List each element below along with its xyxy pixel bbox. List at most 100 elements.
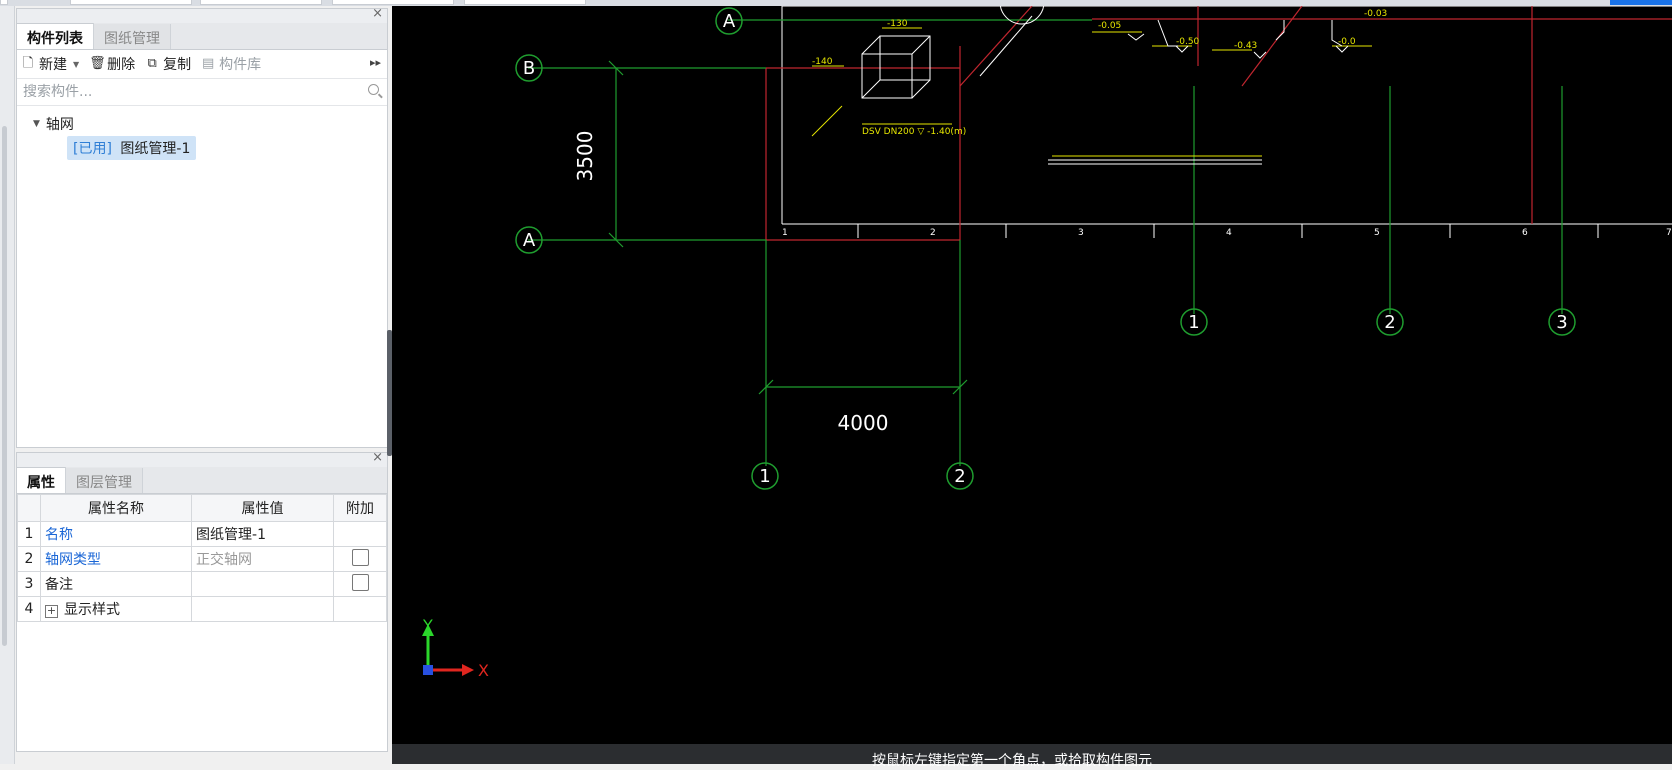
drawing-frame xyxy=(781,6,1672,225)
dropdown-arrow-icon[interactable]: ▼ xyxy=(73,60,79,69)
delete-button[interactable]: 🗑 删除 xyxy=(89,54,135,74)
extra-checkbox[interactable] xyxy=(351,548,369,566)
search-icon[interactable] xyxy=(368,84,379,95)
left-dock-edge xyxy=(0,6,15,764)
grid-label-a: A xyxy=(523,230,536,251)
table-row[interactable]: 1 名称 图纸管理-1 xyxy=(17,521,387,547)
ruler-label: 2 xyxy=(930,228,936,238)
copy-icon: ⧉ xyxy=(147,56,157,71)
level-label: -130 xyxy=(887,19,908,29)
property-name: 备注 xyxy=(39,571,193,597)
axis-label-y: Y xyxy=(422,616,433,635)
grid-label-1-bottom: 1 xyxy=(759,466,770,487)
new-file-icon: 🗋 xyxy=(22,56,34,71)
collapse-arrow-icon[interactable]: ▼ xyxy=(33,119,40,129)
library-button[interactable]: ▤ 构件库 xyxy=(201,54,261,74)
property-name: 名称 xyxy=(39,521,193,547)
level-label: -0.50 xyxy=(1176,37,1200,47)
row-number: 1 xyxy=(17,521,41,547)
column-header-name: 属性名称 xyxy=(39,494,193,522)
tab-properties[interactable]: 属性 xyxy=(17,466,66,493)
property-name-cell: + 显示样式 xyxy=(39,596,193,622)
tab-component-list[interactable]: 构件列表 xyxy=(17,22,94,49)
delete-button-label: 删除 xyxy=(107,57,136,73)
table-row[interactable]: 3 备注 xyxy=(17,571,387,597)
top-tab[interactable] xyxy=(200,0,322,5)
tree-item-drawing[interactable]: [已用] 图纸管理-1 xyxy=(17,136,387,160)
white-double-line xyxy=(1048,159,1262,165)
grid-bubble-col-1[interactable]: 1 xyxy=(1180,308,1208,336)
table-row[interactable]: 4 + 显示样式 xyxy=(17,596,387,622)
grid-bubble-row-a-top[interactable]: A xyxy=(715,7,743,35)
top-right-button[interactable] xyxy=(1610,0,1672,5)
tab-drawing-management[interactable]: 图纸管理 xyxy=(94,24,171,49)
ruler-label: 4 xyxy=(1226,228,1232,238)
property-extra xyxy=(333,546,387,572)
status-bar: 按鼠标左键指定第一个角点，或拾取构件图元 xyxy=(392,744,1672,769)
row-number: 2 xyxy=(17,546,41,572)
dock-scrollbar[interactable] xyxy=(2,126,7,646)
ruler-label: 5 xyxy=(1374,228,1380,238)
top-tab[interactable] xyxy=(70,0,192,5)
search-input[interactable] xyxy=(21,83,345,101)
ruler-label: 7 xyxy=(1666,228,1672,238)
row-number-header xyxy=(17,494,41,522)
grid-bubble-col-2-bottom[interactable]: 2 xyxy=(946,462,974,490)
top-tab[interactable] xyxy=(0,0,8,5)
axis-label-x: X xyxy=(478,661,489,680)
property-table: 属性名称 属性值 附加 1 名称 图纸管理-1 2 轴网类型 正交轴网 3 备注… xyxy=(17,494,387,622)
property-value[interactable]: 图纸管理-1 xyxy=(191,521,334,547)
component-search xyxy=(17,79,387,106)
table-row[interactable]: 2 轴网类型 正交轴网 xyxy=(17,546,387,572)
library-button-label: 构件库 xyxy=(219,57,262,73)
new-button[interactable]: 🗋 新建 ▼ xyxy=(21,54,79,74)
tree-item-selected[interactable]: [已用] 图纸管理-1 xyxy=(67,136,197,160)
pipe-label: DSV DN200 ▽ -1.40(m) xyxy=(862,127,966,137)
ruler-labels: 1 2 3 4 5 6 7 xyxy=(782,228,1672,238)
grid-lines xyxy=(528,19,1563,466)
property-value[interactable]: 正交轴网 xyxy=(191,546,334,572)
grid-label-2: 2 xyxy=(1384,312,1395,333)
grid-label-a-top: A xyxy=(723,11,736,32)
component-list-panel: × 构件列表 图纸管理 🗋 新建 ▼ 🗑 删除 ⧉ 复制 ▤ 构件库 ▸▸ ▼ … xyxy=(16,6,388,448)
property-value[interactable] xyxy=(191,571,334,597)
panel-titlebar: × xyxy=(17,6,387,23)
panel-titlebar: × xyxy=(17,450,387,467)
property-value[interactable] xyxy=(191,596,334,622)
table-header-row: 属性名称 属性值 附加 xyxy=(17,494,387,522)
new-button-label: 新建 xyxy=(39,57,67,73)
grid-label-b: B xyxy=(523,58,535,79)
library-icon: ▤ xyxy=(202,56,215,71)
grid-label-1: 1 xyxy=(1188,312,1199,333)
component-toolbar: 🗋 新建 ▼ 🗑 删除 ⧉ 复制 ▤ 构件库 ▸▸ xyxy=(17,50,387,79)
grid-bubble-col-2[interactable]: 2 xyxy=(1376,308,1404,336)
grid-bubble-col-1-bottom[interactable]: 1 xyxy=(751,462,779,490)
close-icon[interactable]: × xyxy=(372,6,383,21)
grid-bubble-col-3[interactable]: 3 xyxy=(1548,308,1576,336)
copy-button[interactable]: ⧉ 复制 xyxy=(145,54,192,74)
more-icon[interactable]: ▸▸ xyxy=(370,56,381,69)
extra-checkbox[interactable] xyxy=(351,573,369,591)
property-panel: × 属性 图层管理 属性名称 属性值 附加 1 名称 图纸管理-1 2 轴网类型… xyxy=(16,450,388,752)
row-number: 3 xyxy=(17,571,41,597)
fixture-marks xyxy=(1127,19,1349,59)
expand-plus-icon[interactable]: + xyxy=(45,605,58,618)
level-label: -0.03 xyxy=(1364,9,1387,19)
row-number: 4 xyxy=(17,596,41,622)
top-tab[interactable] xyxy=(332,0,454,5)
cad-canvas[interactable]: 1 2 3 4 5 6 7 B A A 1 2 3 1 2 3500 4000 … xyxy=(392,6,1672,744)
tree-node-axis-grid[interactable]: ▼ 轴网 xyxy=(17,112,387,136)
dimension-vertical: 3500 xyxy=(573,131,597,182)
level-label: -0.43 xyxy=(1234,41,1257,51)
ucs-axis-icon: Y X xyxy=(422,616,489,680)
top-tab[interactable] xyxy=(464,0,586,5)
drawing-svg: 1 2 3 4 5 6 7 B A A 1 2 3 1 2 3500 4000 … xyxy=(422,6,1672,680)
trash-icon: 🗑 xyxy=(89,56,106,71)
column-header-value: 属性值 xyxy=(191,494,334,522)
component-panel-tabs: 构件列表 图纸管理 xyxy=(17,22,387,50)
property-name: 显示样式 xyxy=(64,602,120,618)
tree-node-label: 轴网 xyxy=(45,117,74,133)
property-extra xyxy=(333,596,387,622)
tab-layer-management[interactable]: 图层管理 xyxy=(66,468,143,493)
close-icon[interactable]: × xyxy=(372,450,383,465)
